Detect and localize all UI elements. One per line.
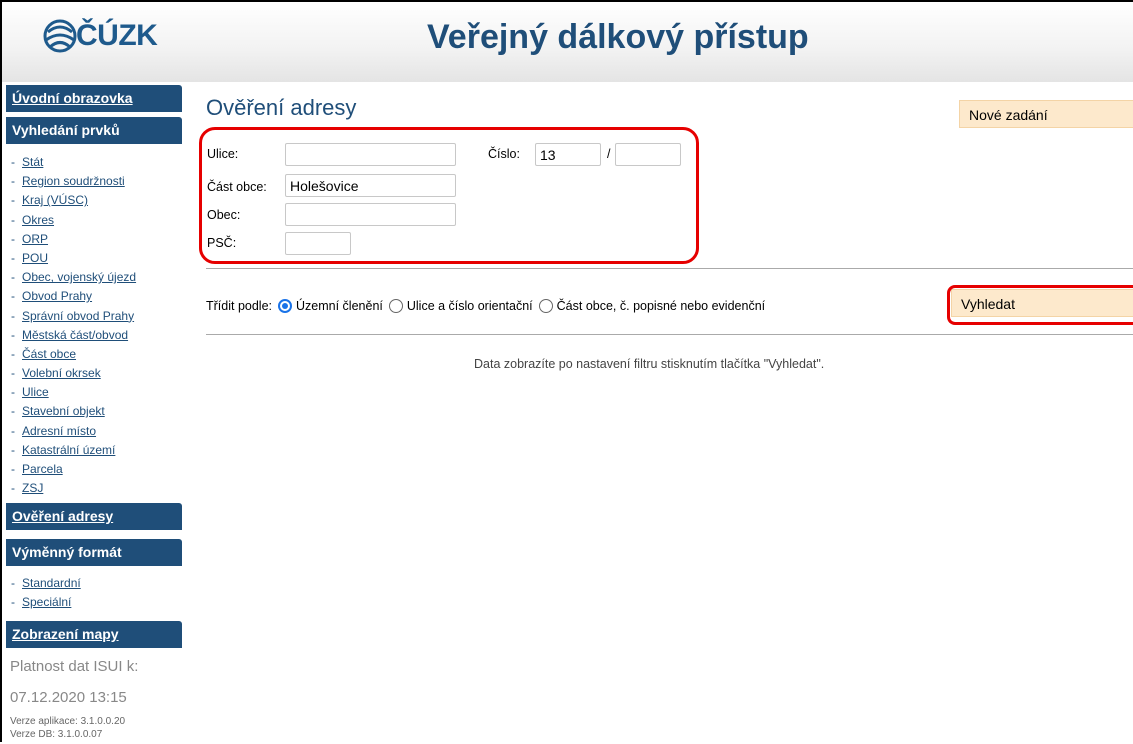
cislo-separator: / — [607, 147, 611, 161]
list-item[interactable]: - Adresní místo — [11, 422, 136, 441]
list-item[interactable]: - Parcela — [11, 460, 136, 479]
sidebar: Úvodní obrazovka Vyhledání prvků - Stát -… — [2, 82, 187, 744]
list-item[interactable]: - Standardní — [11, 574, 81, 593]
list-item[interactable]: - Stát — [11, 153, 136, 172]
page-header: ČÚZK Veřejný dálkový přístup — [2, 2, 1133, 82]
cast-obce-field[interactable] — [285, 174, 456, 197]
search-button[interactable]: Vyhledat — [951, 289, 1133, 317]
validity-label: Platnost dat ISUI k: — [10, 658, 139, 675]
list-item[interactable]: - Obec, vojenský újezd — [11, 268, 136, 287]
nav-uvodni-obrazovka[interactable]: Úvodní obrazovka — [6, 85, 182, 112]
cislo-popisne-field[interactable] — [535, 143, 601, 166]
list-item[interactable]: - POU — [11, 249, 136, 268]
list-item[interactable]: - Správní obvod Prahy — [11, 307, 136, 326]
app-version: Verze aplikace: 3.1.0.0.20 — [10, 716, 126, 727]
new-entry-button[interactable]: Nové zadání — [959, 100, 1133, 128]
nav-vymenny-format[interactable]: Výměnný formát — [6, 539, 182, 566]
divider — [206, 268, 1133, 269]
divider — [206, 334, 1133, 335]
psc-label: PSČ: — [207, 236, 237, 250]
cislo-label: Číslo: — [488, 147, 520, 161]
obec-field[interactable] — [285, 203, 456, 226]
sort-option-label[interactable]: Územní členění — [296, 299, 383, 313]
list-item[interactable]: - Okres — [11, 211, 136, 230]
radio-uzemni-cleneni[interactable] — [278, 299, 293, 313]
sort-label: Třídit podle: — [206, 299, 273, 313]
radio-cast-obce[interactable] — [538, 299, 553, 313]
list-item[interactable]: - ZSJ — [11, 479, 136, 498]
sort-options: Třídit podle: Územní členění Ulice a čís… — [206, 299, 765, 313]
nav-vyhledani-prvku[interactable]: Vyhledání prvků — [6, 117, 182, 144]
list-item[interactable]: - Část obce — [11, 345, 136, 364]
ulice-label: Ulice: — [207, 147, 239, 161]
sort-option-label[interactable]: Část obce, č. popisné nebo evidenční — [557, 299, 765, 313]
psc-field[interactable] — [285, 232, 351, 255]
list-item[interactable]: - Městská část/obvod — [11, 326, 136, 345]
logo-text: ČÚZK — [76, 19, 158, 52]
list-item[interactable]: - Kraj (VÚSC) — [11, 191, 136, 210]
sort-option-label[interactable]: Ulice a číslo orientační — [407, 299, 533, 313]
list-item[interactable]: - Obvod Prahy — [11, 287, 136, 306]
db-version: Verze DB: 3.1.0.0.07 — [10, 729, 103, 740]
list-item[interactable]: - Ulice — [11, 383, 136, 402]
site-title: Veřejný dálkový přístup — [427, 18, 809, 56]
page-title: Ověření adresy — [206, 95, 357, 120]
nav-zobrazeni-mapy[interactable]: Zobrazení mapy — [6, 621, 182, 648]
cuzk-logo[interactable]: ČÚZK — [42, 16, 158, 56]
radio-ulice-cislo[interactable] — [388, 299, 403, 313]
cislo-orientacni-field[interactable] — [615, 143, 681, 166]
list-item[interactable]: - Stavební objekt — [11, 402, 136, 421]
list-item[interactable]: - Volební okrsek — [11, 364, 136, 383]
hint-text: Data zobrazíte po nastavení filtru stisk… — [474, 357, 825, 371]
validity-date: 07.12.2020 13:15 — [10, 689, 127, 706]
ulice-field[interactable] — [285, 143, 456, 166]
list-item[interactable]: - Speciální — [11, 593, 81, 612]
vymenny-list: - Standardní - Speciální — [11, 574, 81, 612]
obec-label: Obec: — [207, 208, 241, 222]
nav-overeni-adresy[interactable]: Ověření adresy — [6, 503, 182, 530]
list-item[interactable]: - ORP — [11, 230, 136, 249]
cast-obce-label: Část obce: — [207, 180, 267, 194]
list-item[interactable]: - Region soudržnosti — [11, 172, 136, 191]
vyhledani-list: - Stát - Region soudržnosti - Kraj (VÚSC) -… — [11, 153, 136, 498]
list-item[interactable]: - Katastrální území — [11, 441, 136, 460]
